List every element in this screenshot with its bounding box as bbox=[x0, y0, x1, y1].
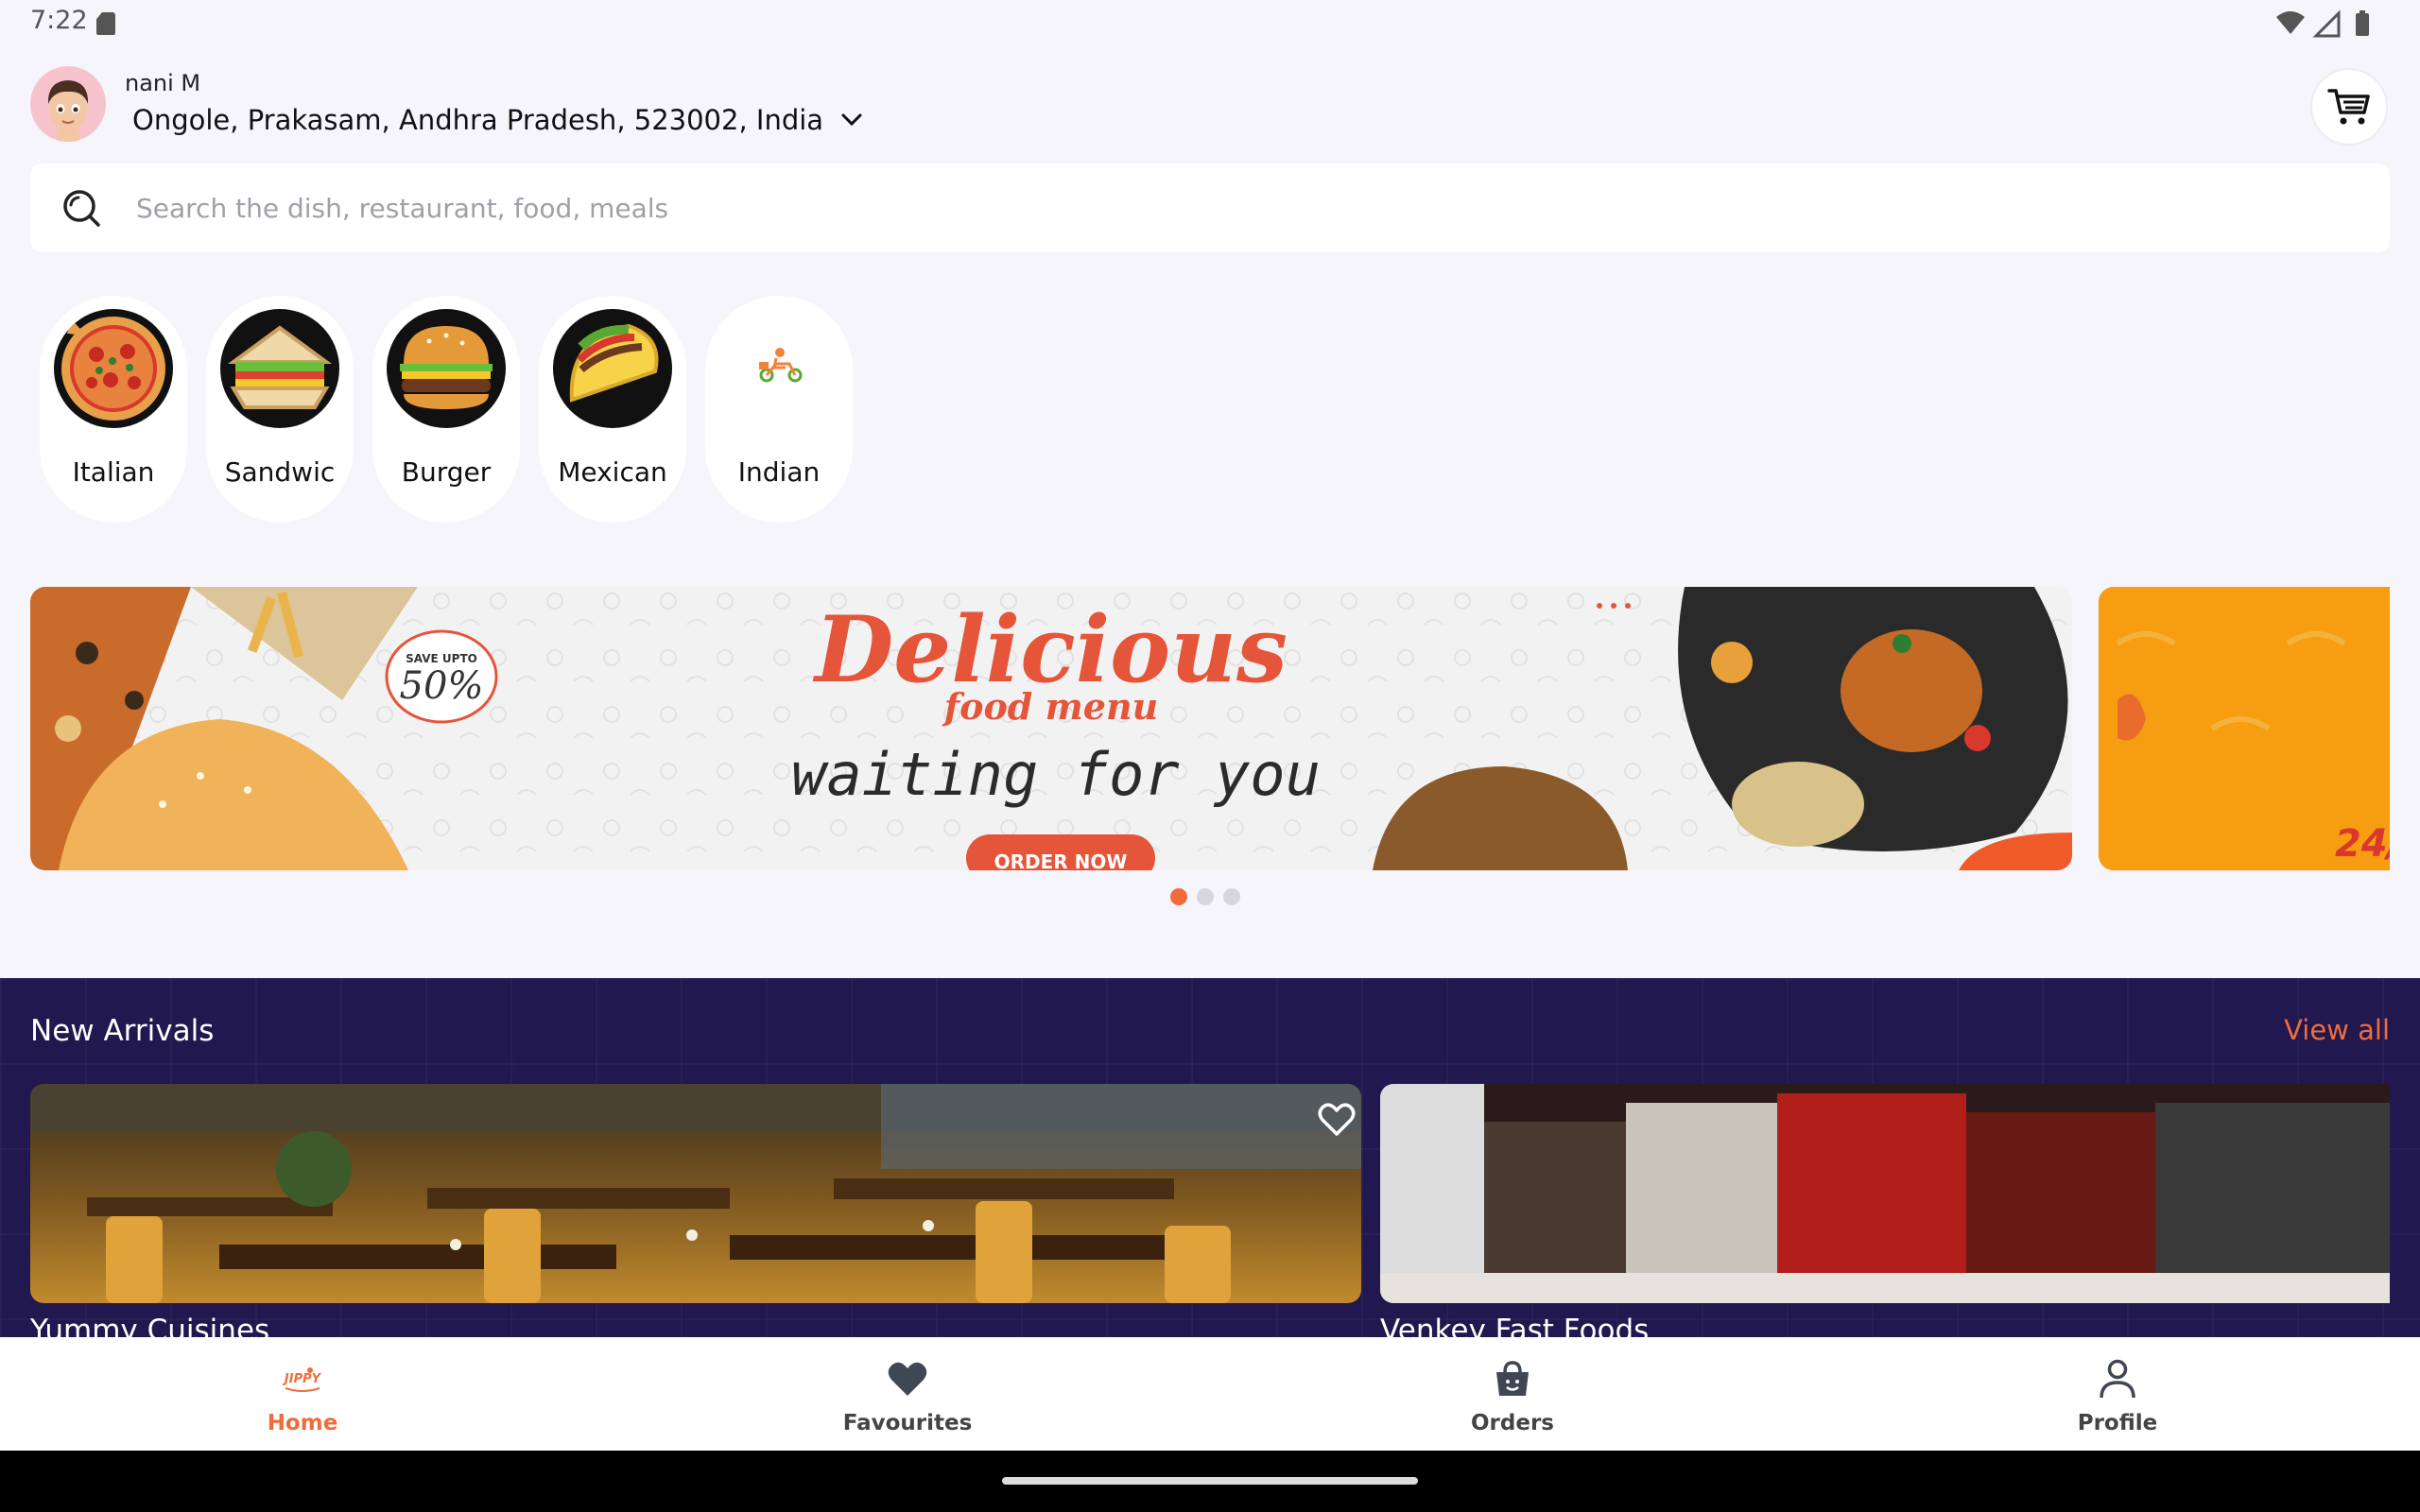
search-bar[interactable] bbox=[30, 163, 2390, 252]
promo-banner-art: SAVE UPTO 50% Delicious food menu waitin… bbox=[30, 587, 2072, 870]
nav-profile[interactable]: Profile bbox=[1815, 1337, 2420, 1451]
status-time: 7:22 bbox=[30, 6, 88, 35]
promo-banner-next-art: 24/ bbox=[2099, 587, 2390, 870]
home-logo-text: JIPPY bbox=[282, 1372, 322, 1386]
location-text: Ongole, Prakasam, Andhra Pradesh, 523002… bbox=[132, 104, 824, 136]
cart-icon bbox=[2327, 89, 2370, 125]
category-italian[interactable]: Italian bbox=[40, 296, 187, 523]
category-burger[interactable]: Burger bbox=[372, 296, 520, 523]
category-indian[interactable]: Indian bbox=[705, 296, 853, 523]
jippy-logo-icon: JIPPY bbox=[280, 1356, 325, 1401]
restaurant-card-image[interactable] bbox=[1380, 1084, 2390, 1303]
wifi-icon bbox=[2276, 11, 2305, 34]
section-title: New Arrivals bbox=[30, 1014, 215, 1048]
restaurant-name[interactable]: Yummy Cuisines bbox=[30, 1314, 269, 1337]
signal-icon bbox=[2312, 9, 2341, 38]
category-label: Italian bbox=[72, 456, 155, 488]
nav-orders[interactable]: Orders bbox=[1210, 1337, 1815, 1451]
carousel-dot[interactable] bbox=[1223, 888, 1240, 905]
view-all-link[interactable]: View all bbox=[2284, 1014, 2390, 1046]
promo-banner[interactable]: SAVE UPTO 50% Delicious food menu waitin… bbox=[30, 587, 2072, 870]
avatar-face-icon bbox=[47, 80, 89, 142]
user-name: nani M bbox=[125, 70, 201, 96]
restaurant-photo bbox=[1380, 1084, 2390, 1303]
carousel-dot[interactable] bbox=[1197, 888, 1214, 905]
heart-icon bbox=[885, 1356, 930, 1401]
nav-home[interactable]: JIPPY Home bbox=[0, 1337, 605, 1451]
category-sandwich[interactable]: Sandwic bbox=[206, 296, 354, 523]
banner-tagline: waiting for you bbox=[791, 740, 1321, 809]
nav-label: Orders bbox=[1471, 1411, 1554, 1435]
bottom-navigation: JIPPY Home Favourites Orders Profile bbox=[0, 1337, 2420, 1451]
restaurant-card-image[interactable] bbox=[30, 1084, 1361, 1303]
nav-label: Profile bbox=[2077, 1411, 2158, 1435]
carousel-dot-active[interactable] bbox=[1170, 888, 1187, 905]
location-selector[interactable]: Ongole, Prakasam, Andhra Pradesh, 523002… bbox=[132, 104, 863, 136]
chevron-down-icon bbox=[841, 113, 862, 127]
home-gesture-handle[interactable] bbox=[1002, 1477, 1418, 1485]
category-label: Indian bbox=[737, 456, 821, 488]
nav-favourites[interactable]: Favourites bbox=[605, 1337, 1210, 1451]
search-input[interactable] bbox=[136, 192, 1838, 224]
favourite-heart-icon[interactable] bbox=[1318, 1103, 1356, 1137]
nav-label: Home bbox=[267, 1411, 338, 1435]
status-icons bbox=[2276, 9, 2369, 38]
new-arrivals-section: New Arrivals View all Yummy Cuisines Ven… bbox=[0, 978, 2420, 1337]
status-bar: 7:22 bbox=[0, 0, 2420, 45]
battery-icon bbox=[2356, 13, 2369, 36]
next-banner-text: 24/ bbox=[2335, 822, 2390, 866]
shopping-bag-icon bbox=[1490, 1356, 1535, 1401]
delivery-bike-icon bbox=[719, 309, 838, 428]
sd-card-icon bbox=[96, 12, 115, 35]
nav-label: Favourites bbox=[842, 1411, 973, 1435]
carousel-indicator bbox=[1170, 888, 1240, 905]
search-icon bbox=[63, 190, 100, 227]
badge-top-text: SAVE UPTO bbox=[406, 652, 477, 665]
order-now-button: ORDER NOW bbox=[994, 850, 1128, 870]
burger-icon bbox=[387, 309, 506, 428]
banner-subtitle: food menu bbox=[942, 685, 1158, 728]
category-label: Sandwic bbox=[224, 456, 336, 488]
category-label: Burger bbox=[401, 456, 492, 488]
restaurant-photo bbox=[30, 1084, 1361, 1303]
cart-button[interactable] bbox=[2310, 68, 2388, 146]
category-label: Mexican bbox=[558, 456, 667, 488]
person-icon bbox=[2095, 1356, 2140, 1401]
pizza-icon bbox=[54, 309, 173, 428]
taco-icon bbox=[553, 309, 672, 428]
category-mexican[interactable]: Mexican bbox=[539, 296, 686, 523]
badge-value-text: 50% bbox=[400, 664, 484, 708]
sandwich-icon bbox=[220, 309, 339, 428]
avatar[interactable] bbox=[30, 66, 106, 142]
promo-banner-next[interactable]: 24/ bbox=[2099, 587, 2390, 870]
restaurant-name[interactable]: Venkey Fast Foods bbox=[1380, 1314, 1649, 1337]
